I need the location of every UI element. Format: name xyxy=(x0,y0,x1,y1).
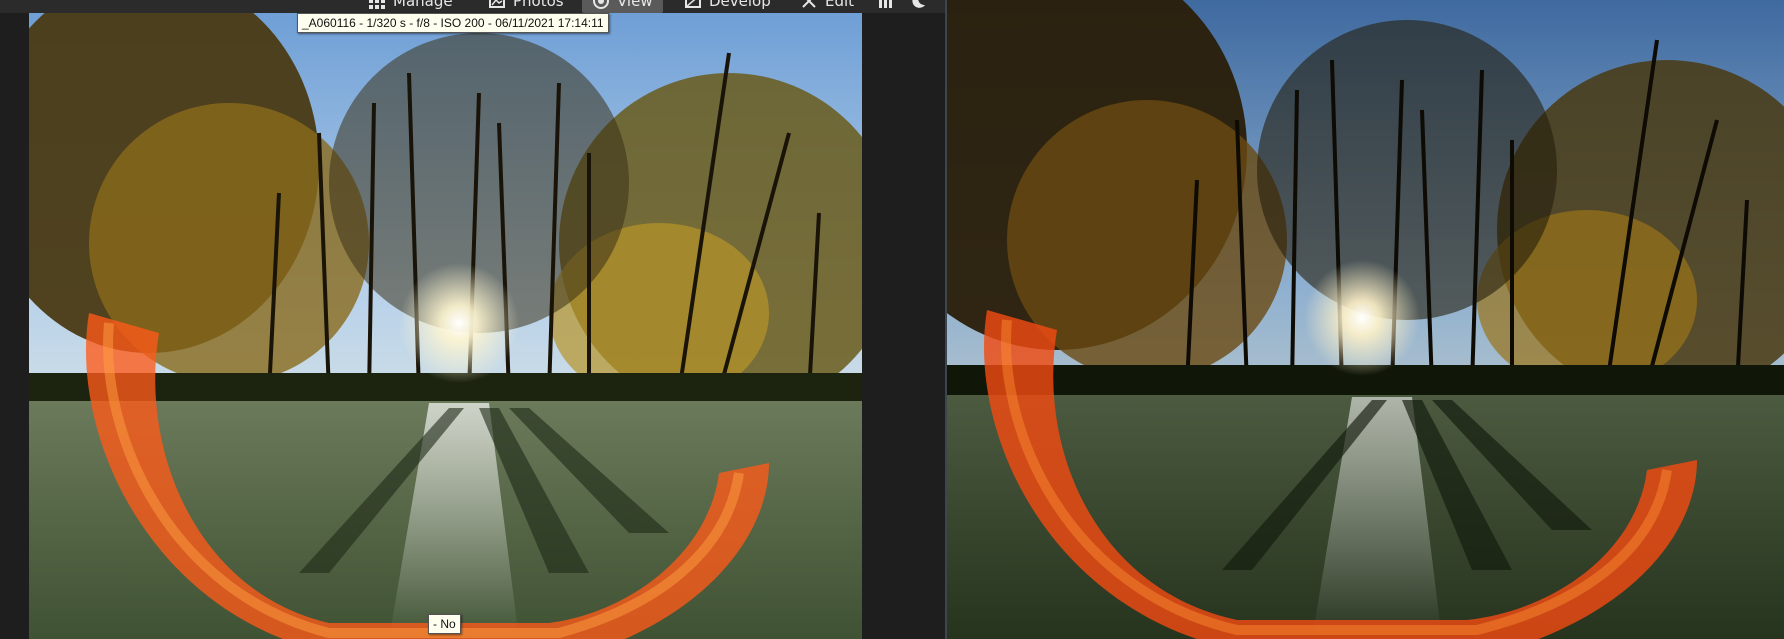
theme-button[interactable] xyxy=(909,0,927,13)
photo-pane-right[interactable] xyxy=(947,0,1784,639)
photos-icon xyxy=(488,0,506,10)
tab-edit[interactable]: Edit xyxy=(800,0,854,13)
exif-tooltip: _A060116 - 1/320 s - f/8 - ISO 200 - 06/… xyxy=(297,13,609,33)
tab-edit-label: Edit xyxy=(825,0,855,10)
edit-icon xyxy=(800,0,818,10)
tab-manage[interactable]: Manage xyxy=(368,0,453,13)
photo-right xyxy=(947,0,1784,639)
rating-tooltip: - No xyxy=(428,614,461,634)
grid-icon xyxy=(368,0,386,10)
develop-icon xyxy=(684,0,702,10)
moon-icon xyxy=(909,0,927,10)
tab-develop-label: Develop xyxy=(709,0,771,10)
photo-left xyxy=(29,13,862,639)
tab-view-label: View xyxy=(617,0,653,10)
histogram-icon xyxy=(877,0,895,10)
tab-develop[interactable]: Develop xyxy=(684,0,771,13)
tab-photos-label: Photos xyxy=(513,0,564,10)
histogram-button[interactable] xyxy=(877,0,895,13)
eye-icon xyxy=(592,0,610,10)
tab-view[interactable]: View xyxy=(582,0,663,13)
tab-manage-label: Manage xyxy=(393,0,453,10)
tab-photos[interactable]: Photos xyxy=(488,0,564,13)
photo-pane-left[interactable] xyxy=(29,13,862,639)
